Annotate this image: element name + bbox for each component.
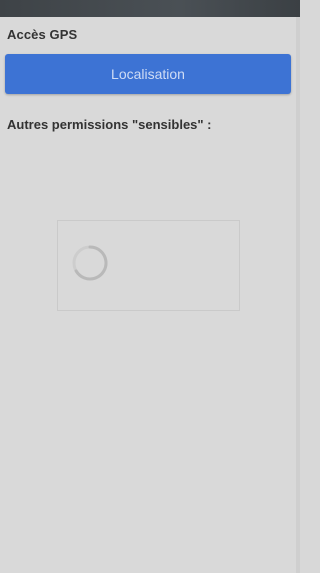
gps-access-label: Accès GPS [7, 27, 78, 42]
loading-box [57, 220, 240, 311]
status-bar [0, 0, 300, 17]
other-permissions-label: Autres permissions "sensibles" : [7, 117, 212, 132]
loading-spinner-icon [72, 245, 108, 281]
localisation-button[interactable]: Localisation [5, 54, 291, 94]
scrollbar-edge [296, 17, 300, 573]
